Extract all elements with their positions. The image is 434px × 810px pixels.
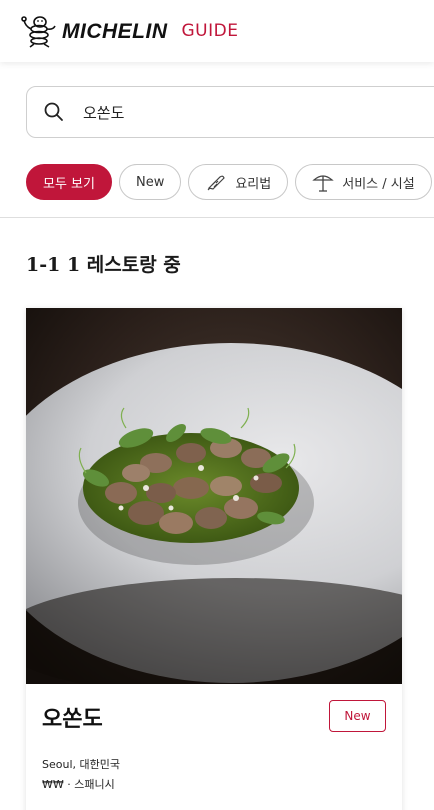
restaurant-price-cuisine: ₩₩ · 스패니시 bbox=[42, 778, 115, 791]
restaurant-card[interactable]: 오쏜도 New Seoul, 대한민국 ₩₩ · 스패니시 bbox=[26, 308, 402, 810]
bibendum-logo-icon bbox=[21, 16, 56, 48]
umbrella-icon bbox=[312, 175, 334, 192]
filter-new-button[interactable]: New bbox=[118, 164, 182, 200]
filter-all-label: 모두 보기 bbox=[43, 176, 95, 192]
filter-chips: 모두 보기 New 요리법 서비스 / 시설 bbox=[26, 164, 432, 200]
restaurant-image[interactable] bbox=[26, 308, 402, 684]
restaurant-location: Seoul, 대한민국 bbox=[42, 758, 120, 771]
dish-photo-icon bbox=[26, 308, 402, 684]
michelin-wordmark: MICHELIN bbox=[62, 19, 168, 43]
guide-label: GUIDE bbox=[181, 21, 239, 41]
cuisine-icon bbox=[207, 175, 226, 191]
search-box[interactable] bbox=[26, 86, 434, 138]
filter-services-label: 서비스 / 시설 bbox=[342, 176, 415, 192]
divider bbox=[0, 217, 434, 218]
new-badge: New bbox=[329, 700, 386, 732]
filter-cuisine-label: 요리법 bbox=[235, 176, 272, 192]
restaurant-name[interactable]: 오쏜도 bbox=[42, 701, 103, 733]
filter-new-label: New bbox=[135, 174, 165, 190]
filter-all-button[interactable]: 모두 보기 bbox=[26, 164, 112, 200]
search-icon bbox=[44, 102, 63, 121]
michelin-guide-logo[interactable]: MICHELIN GUIDE bbox=[20, 14, 238, 48]
filter-cuisine-button[interactable]: 요리법 bbox=[188, 164, 289, 200]
result-count: 1-1 1 레스토랑 중 bbox=[26, 254, 181, 276]
filter-services-button[interactable]: 서비스 / 시설 bbox=[295, 164, 432, 200]
search-input[interactable] bbox=[83, 103, 383, 121]
site-header: MICHELIN GUIDE bbox=[0, 0, 434, 62]
